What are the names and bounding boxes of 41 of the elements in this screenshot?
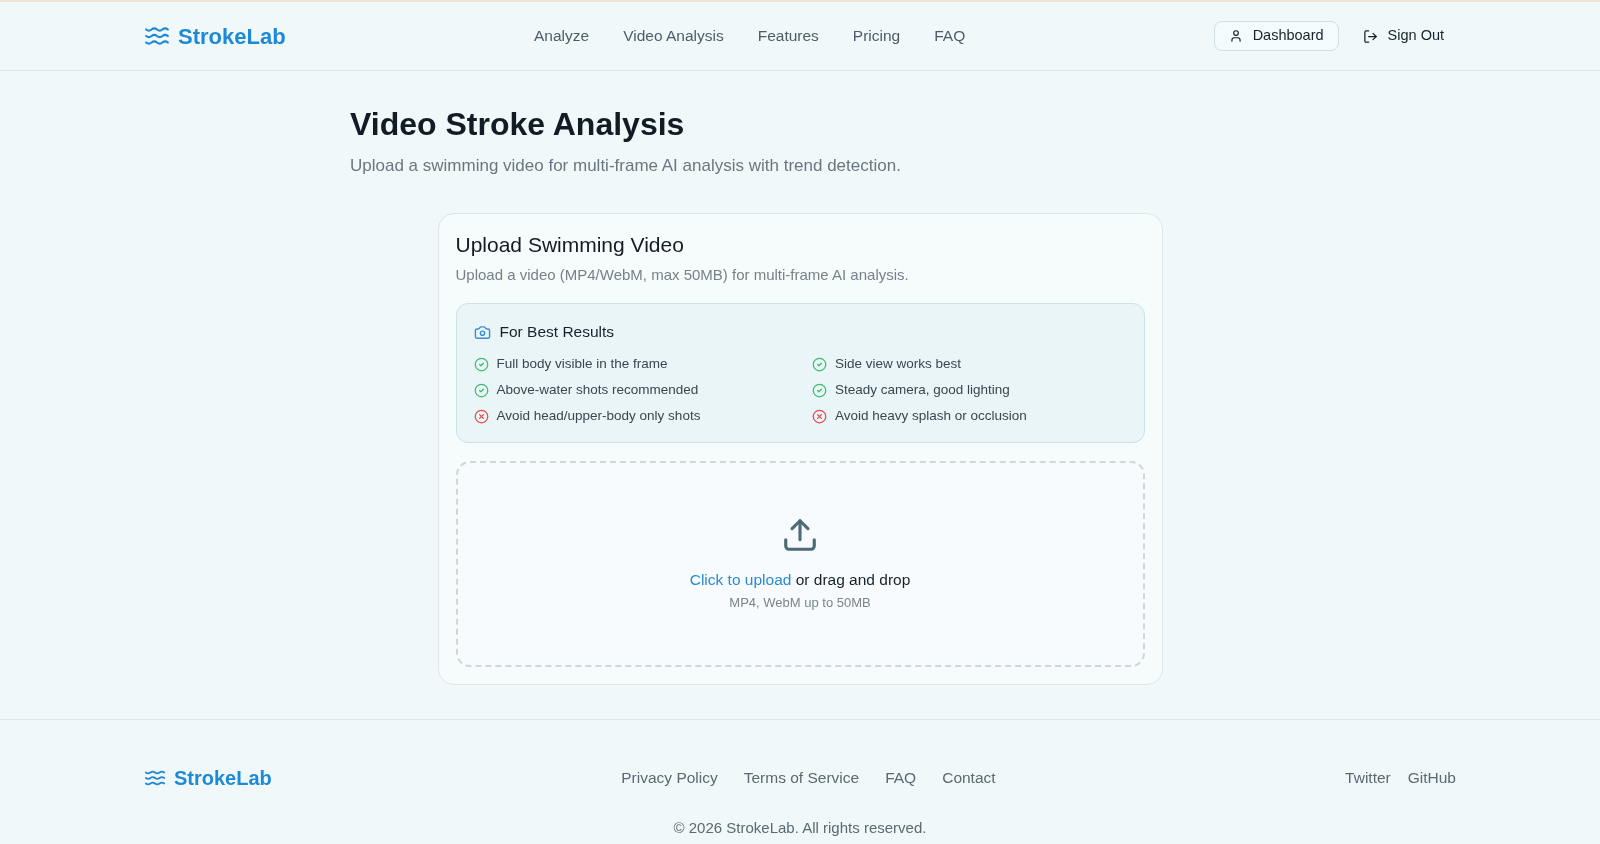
dashboard-button[interactable]: Dashboard [1213,21,1339,51]
footer-link[interactable]: Contact [942,766,996,790]
card-description: Upload a video (MP4/WebM, max 50MB) for multi-frame AI analysis. [455,265,910,285]
footer-logo-text: StrokeLab [174,766,272,791]
card-title: Upload Swimming Video [455,232,685,258]
page-subtitle: Upload a swimming video for multi-frame AI analysis with trend detection. [350,155,902,177]
tip-text: Side view works best [835,354,962,373]
footer-link[interactable]: FAQ [885,766,917,790]
check-circle-icon [812,382,827,398]
nav-link[interactable]: Video Analysis [623,24,724,48]
tip-text: Avoid heavy splash or occlusion [835,406,1027,425]
camera-icon [473,323,491,341]
logo-text: StrokeLab [178,22,286,51]
upload-link[interactable]: Click to upload [689,571,792,588]
page-title: Video Stroke Analysis [350,105,686,144]
copyright-text: © 2026 StrokeLab. All rights reserved. [672,818,928,838]
tips-title: For Best Results [499,322,615,343]
nav-link[interactable]: FAQ [934,24,966,48]
tip-text: Avoid head/upper-body only shots [496,406,701,425]
footer-link[interactable]: Privacy Policy [621,766,718,790]
upload-prompt: Click to upload or drag and drop [689,570,911,590]
upload-hint: MP4, WebM up to 50MB [729,594,871,612]
user-icon [1228,29,1243,43]
upload-icon [781,516,819,554]
footer-link[interactable]: Terms of Service [743,766,860,790]
check-circle-icon [812,356,827,372]
sign-out-icon [1362,28,1378,44]
check-circle-icon [473,356,489,372]
sign-out-button[interactable]: Sign Out [1350,21,1456,51]
check-circle-icon [473,382,489,398]
upload-dropzone[interactable]: Click to upload or drag and drop MP4, WebM up to 50MB [455,461,1145,667]
tip-text: Above-water shots recommended [496,380,699,399]
nav-link[interactable]: Analyze [534,24,590,48]
social-link[interactable]: Twitter [1345,766,1391,790]
nav-link[interactable]: Pricing [852,24,901,48]
tip-text: Steady camera, good lighting [835,380,1010,399]
nav-link[interactable]: Features [757,24,819,48]
social-link[interactable]: GitHub [1407,766,1456,790]
x-circle-icon [473,408,489,424]
tip-text: Full body visible in the frame [496,354,668,373]
x-circle-icon [812,408,827,424]
